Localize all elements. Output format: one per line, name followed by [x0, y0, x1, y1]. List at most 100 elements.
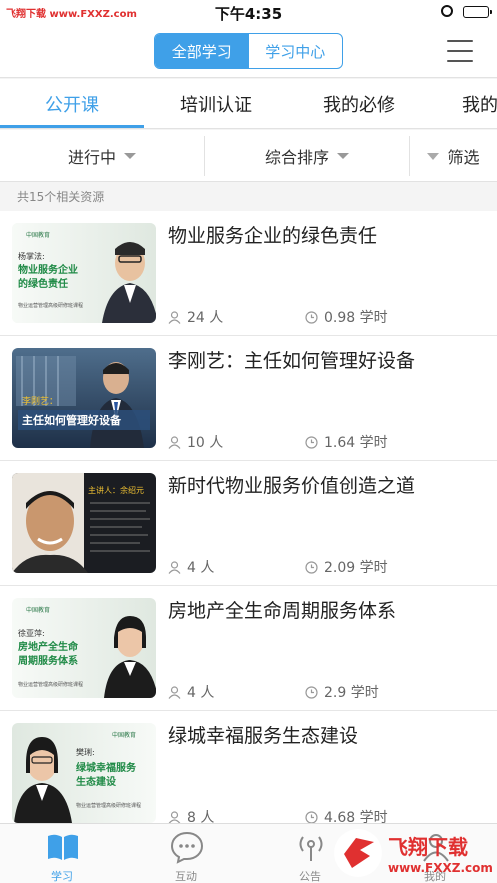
- person-icon: [168, 310, 181, 324]
- tab-my-more[interactable]: 我的: [430, 79, 497, 128]
- svg-text:物业运营管理高级研修班课程: 物业运营管理高级研修班课程: [18, 681, 83, 688]
- filter-bar: 进行中 综合排序 筛选: [0, 130, 497, 182]
- study-hours: 1.64 学时: [305, 432, 388, 452]
- svg-text:李刚艺：: 李刚艺：: [22, 395, 58, 407]
- hours-value: 1.64 学时: [324, 435, 388, 451]
- svg-text:物业运营管理高级研修班课程: 物业运营管理高级研修班课程: [76, 802, 141, 809]
- menu-icon[interactable]: [447, 40, 473, 62]
- study-hours: 2.09 学时: [305, 557, 388, 577]
- course-item[interactable]: 李刚艺： 主任如何管理好设备 李刚艺：主任如何管理好设备 10 人 1.64 学…: [0, 336, 497, 461]
- participants: 24 人: [168, 307, 223, 327]
- sort-dropdown[interactable]: 综合排序: [205, 130, 409, 182]
- course-thumbnail: 主讲人：余绍元: [12, 473, 156, 573]
- person-icon: [168, 435, 181, 449]
- nav-learning[interactable]: 学习: [22, 828, 102, 883]
- svg-text:生态建设: 生态建设: [76, 775, 116, 788]
- svg-text:樊琍:: 樊琍:: [76, 747, 95, 757]
- participants-count: 10 人: [187, 435, 224, 451]
- status-filter-label: 进行中: [67, 148, 116, 167]
- course-thumbnail: 李刚艺： 主任如何管理好设备: [12, 348, 156, 448]
- person-icon: [168, 685, 181, 699]
- fxxz-watermark-logo: 飞翔下载 www.FXXZ.com: [334, 829, 493, 877]
- segment-all-learning[interactable]: 全部学习: [155, 34, 249, 68]
- participants-count: 24 人: [187, 310, 224, 326]
- svg-text:绿城幸福服务: 绿城幸福服务: [76, 761, 137, 774]
- tab-training-certification[interactable]: 培训认证: [144, 79, 288, 128]
- person-icon: [168, 560, 181, 574]
- clock-icon: [305, 435, 318, 449]
- svg-text:物业服务企业: 物业服务企业: [18, 263, 78, 276]
- rotation-lock-icon: [441, 5, 453, 17]
- participants: 4 人: [168, 682, 214, 702]
- category-tabs: 公开课 培训认证 我的必修 我的: [0, 79, 497, 129]
- participants-count: 8 人: [187, 810, 215, 823]
- participants-count: 4 人: [187, 560, 215, 576]
- hours-value: 0.98 学时: [324, 310, 388, 326]
- study-hours: 4.68 学时: [305, 807, 388, 823]
- person-icon: [168, 810, 181, 823]
- svg-text:中国教育: 中国教育: [26, 231, 50, 239]
- course-item[interactable]: 中国教育 杨掌法: 物业服务企业 的绿色责任 物业运营管理高级研修班课程 物业服…: [0, 211, 497, 336]
- result-count: 共15个相关资源: [0, 183, 497, 211]
- filter-label: 筛选: [447, 148, 480, 167]
- course-title: 物业服务企业的绿色责任: [168, 225, 378, 247]
- svg-text:的绿色责任: 的绿色责任: [18, 277, 68, 290]
- participants: 4 人: [168, 557, 214, 577]
- status-filter-dropdown[interactable]: 进行中: [0, 130, 204, 182]
- chat-icon: [170, 831, 204, 864]
- battery-icon: [463, 6, 492, 18]
- filter-button[interactable]: 筛选: [410, 130, 497, 182]
- sort-label: 综合排序: [264, 148, 329, 167]
- participants-count: 4 人: [187, 685, 215, 701]
- segmented-control: 全部学习 学习中心: [154, 33, 343, 69]
- study-hours: 2.9 学时: [305, 682, 379, 702]
- participants: 10 人: [168, 432, 223, 452]
- course-item[interactable]: 中国教育 樊琍: 绿城幸福服务 生态建设 物业运营管理高级研修班课程 绿城幸福服…: [0, 711, 497, 823]
- svg-text:房地产全生命: 房地产全生命: [18, 640, 79, 653]
- clock-icon: [305, 685, 318, 699]
- course-title: 绿城幸福服务生态建设: [168, 725, 359, 747]
- nav-learning-label: 学习: [51, 870, 73, 883]
- chevron-down-icon: [124, 153, 136, 159]
- hours-value: 2.09 学时: [324, 560, 388, 576]
- course-title: 房地产全生命周期服务体系: [168, 600, 397, 622]
- active-tab-indicator: [0, 125, 144, 128]
- clock-icon: [305, 560, 318, 574]
- svg-text:飞翔下载: 飞翔下载: [388, 835, 468, 859]
- participants: 8 人: [168, 807, 214, 823]
- course-title: 李刚艺：主任如何管理好设备: [168, 350, 416, 372]
- book-icon: [48, 834, 78, 860]
- svg-text:杨掌法:: 杨掌法:: [18, 251, 45, 261]
- segment-learning-center[interactable]: 学习中心: [249, 34, 343, 68]
- course-thumbnail: 中国教育 樊琍: 绿城幸福服务 生态建设 物业运营管理高级研修班课程: [12, 723, 156, 823]
- funnel-icon: [427, 152, 440, 160]
- hours-value: 4.68 学时: [324, 810, 388, 823]
- status-bar: 飞翔下载 www.FXXZ.com 下午4:35: [0, 0, 497, 24]
- clock-icon: [305, 810, 318, 823]
- svg-text:www.FXXZ.com: www.FXXZ.com: [388, 861, 493, 875]
- nav-interaction[interactable]: 互动: [146, 828, 226, 883]
- svg-text:物业运营管理高级研修班课程: 物业运营管理高级研修班课程: [18, 302, 83, 309]
- tab-open-courses[interactable]: 公开课: [0, 79, 144, 128]
- status-time: 下午4:35: [214, 5, 283, 23]
- chevron-down-icon: [337, 153, 349, 159]
- course-title: 新时代物业服务价值创造之道: [168, 475, 416, 497]
- course-list: 中国教育 杨掌法: 物业服务企业 的绿色责任 物业运营管理高级研修班课程 物业服…: [0, 211, 497, 823]
- course-thumbnail: 中国教育 杨掌法: 物业服务企业 的绿色责任 物业运营管理高级研修班课程: [12, 223, 156, 323]
- nav-interaction-label: 互动: [175, 870, 197, 883]
- course-item[interactable]: 主讲人：余绍元 新时代物业服务价值创造之道 4 人 2.09 学时: [0, 461, 497, 586]
- study-hours: 0.98 学时: [305, 307, 388, 327]
- svg-text:主讲人：余绍元: 主讲人：余绍元: [88, 485, 144, 495]
- svg-text:中国教育: 中国教育: [112, 731, 136, 739]
- broadcast-icon: [299, 836, 323, 861]
- svg-text:中国教育: 中国教育: [26, 606, 50, 614]
- tab-my-required[interactable]: 我的必修: [288, 79, 430, 128]
- svg-text:徐亚萍:: 徐亚萍:: [18, 628, 45, 638]
- course-item[interactable]: 中国教育 徐亚萍: 房地产全生命 周期服务体系 物业运营管理高级研修班课程 房地…: [0, 586, 497, 711]
- app-header: 全部学习 学习中心: [0, 24, 497, 78]
- svg-text:周期服务体系: 周期服务体系: [18, 654, 78, 667]
- course-thumbnail: 中国教育 徐亚萍: 房地产全生命 周期服务体系 物业运营管理高级研修班课程: [12, 598, 156, 698]
- hours-value: 2.9 学时: [324, 685, 379, 701]
- svg-text:主任如何管理好设备: 主任如何管理好设备: [22, 413, 122, 427]
- clock-icon: [305, 310, 318, 324]
